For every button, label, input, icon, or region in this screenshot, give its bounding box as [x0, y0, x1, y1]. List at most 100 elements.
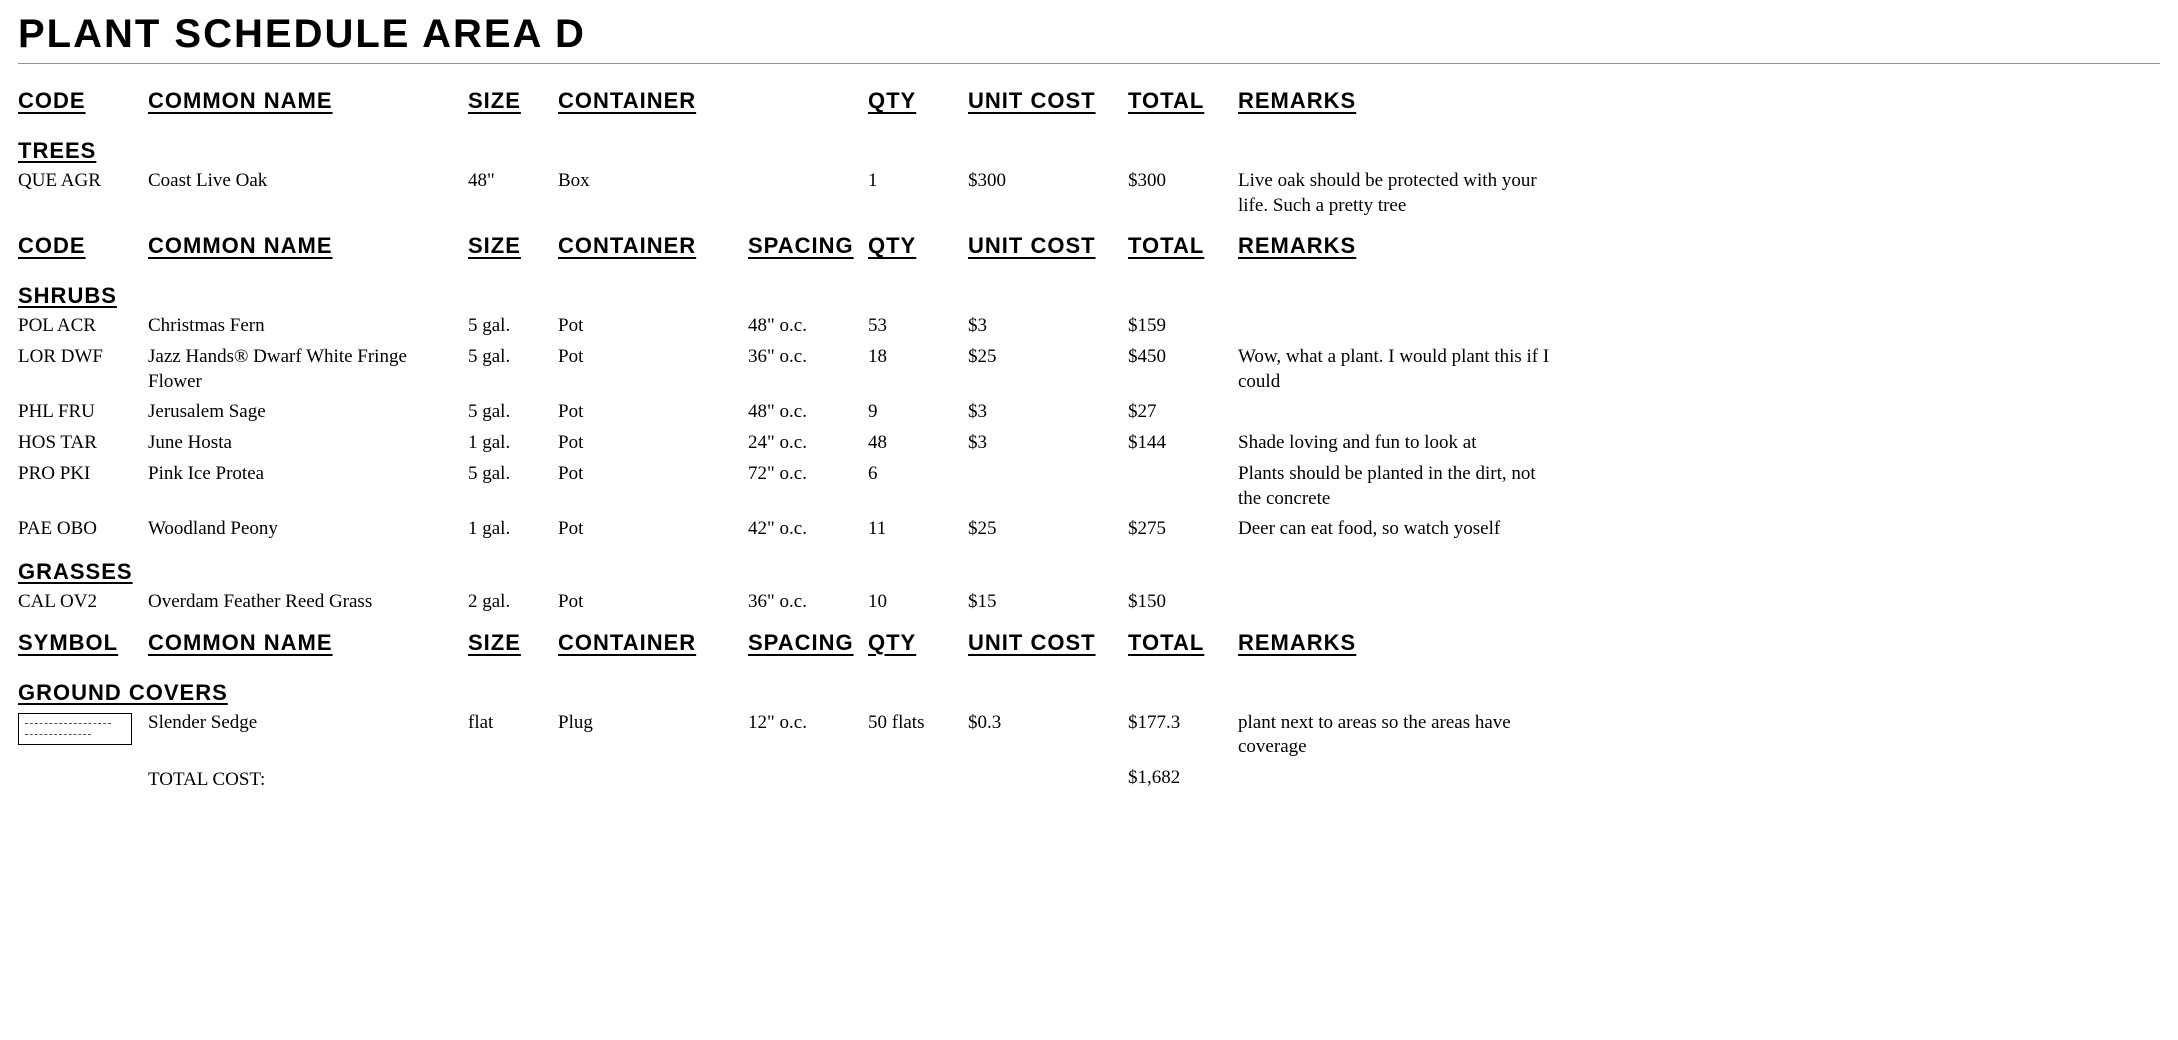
- table-cell: $300: [968, 166, 1128, 197]
- table-cell: 42" o.c.: [748, 514, 868, 545]
- table-cell: Woodland Peony: [148, 514, 468, 545]
- table-cell: PHL FRU: [18, 397, 148, 428]
- blank: [18, 763, 148, 769]
- table-cell: Pot: [558, 342, 748, 373]
- table-cell: $0.3: [968, 708, 1128, 739]
- hdr-spacing: SPACING: [748, 227, 868, 269]
- hdr-qty: QTY: [868, 624, 968, 666]
- table-cell: Jerusalem Sage: [148, 397, 468, 428]
- blank: [868, 763, 968, 769]
- table-cell: $3: [968, 311, 1128, 342]
- table-cell: 18: [868, 342, 968, 373]
- hdr-spacing-blank: [748, 82, 868, 98]
- table-cell: $25: [968, 342, 1128, 373]
- hdr-size: SIZE: [468, 227, 558, 269]
- table-cell: 53: [868, 311, 968, 342]
- table-cell: Wow, what a plant. I would plant this if…: [1238, 342, 1558, 397]
- table-cell: LOR DWF: [18, 342, 148, 373]
- table-cell: 9: [868, 397, 968, 428]
- table-cell: Pot: [558, 397, 748, 428]
- table-cell: [748, 166, 868, 172]
- table-cell: 36" o.c.: [748, 587, 868, 618]
- hdr-symbol: SYMBOL: [18, 624, 148, 666]
- table-cell: $300: [1128, 166, 1238, 197]
- table-cell: flat: [468, 708, 558, 739]
- category-ground-covers: GROUND COVERS: [18, 666, 1558, 708]
- category-trees: TREES: [18, 124, 1558, 166]
- table-cell: $3: [968, 397, 1128, 428]
- hdr-spacing: SPACING: [748, 624, 868, 666]
- hdr-unit: UNIT COST: [968, 227, 1128, 269]
- blank: [968, 763, 1128, 769]
- table-cell: 36" o.c.: [748, 342, 868, 373]
- table-cell: 48": [468, 166, 558, 197]
- table-cell: plant next to areas so the areas have co…: [1238, 708, 1558, 763]
- hdr-name: COMMON NAME: [148, 624, 468, 666]
- table-cell: $27: [1128, 397, 1238, 428]
- table-cell: 10: [868, 587, 968, 618]
- table-cell: [1238, 587, 1558, 593]
- table-cell: 5 gal.: [468, 397, 558, 428]
- blank: [558, 763, 748, 769]
- page-title: PLANT SCHEDULE AREA D: [18, 12, 2160, 63]
- table-cell: 1: [868, 166, 968, 197]
- table-cell: 11: [868, 514, 968, 545]
- category-grasses: GRASSES: [18, 545, 1558, 587]
- table-cell: [1238, 397, 1558, 403]
- table-cell: HOS TAR: [18, 428, 148, 459]
- table-cell: 5 gal.: [468, 311, 558, 342]
- total-cost-value: $1,682: [1128, 763, 1238, 794]
- table-cell: $25: [968, 514, 1128, 545]
- table-cell: 2 gal.: [468, 587, 558, 618]
- table-cell: QUE AGR: [18, 166, 148, 197]
- table-cell: 5 gal.: [468, 342, 558, 373]
- table-cell: Pot: [558, 514, 748, 545]
- table-cell: $275: [1128, 514, 1238, 545]
- total-cost-label: TOTAL COST:: [148, 763, 468, 797]
- table-cell: $450: [1128, 342, 1238, 373]
- hdr-qty: QTY: [868, 82, 968, 124]
- table-cell: PAE OBO: [18, 514, 148, 545]
- hdr-name: COMMON NAME: [148, 82, 468, 124]
- table-cell: Box: [558, 166, 748, 197]
- hdr-container: CONTAINER: [558, 82, 748, 124]
- blank: [468, 763, 558, 769]
- hdr-total: TOTAL: [1128, 82, 1238, 124]
- table-cell: Slender Sedge: [148, 708, 468, 739]
- table-cell: 1 gal.: [468, 428, 558, 459]
- table-cell: Plug: [558, 708, 748, 739]
- table-cell: Pot: [558, 311, 748, 342]
- table-cell: CAL OV2: [18, 587, 148, 618]
- schedule-grid: CODE COMMON NAME SIZE CONTAINER QTY UNIT…: [18, 82, 2160, 797]
- table-cell: Pot: [558, 459, 748, 490]
- hdr-total: TOTAL: [1128, 624, 1238, 666]
- symbol-cell: [18, 708, 148, 748]
- hdr-code: CODE: [18, 227, 148, 269]
- table-cell: Coast Live Oak: [148, 166, 468, 197]
- hdr-total: TOTAL: [1128, 227, 1238, 269]
- hdr-container: CONTAINER: [558, 227, 748, 269]
- table-cell: 48" o.c.: [748, 311, 868, 342]
- table-cell: [1238, 311, 1558, 317]
- table-cell: 6: [868, 459, 968, 490]
- table-cell: PRO PKI: [18, 459, 148, 490]
- table-cell: $3: [968, 428, 1128, 459]
- category-shrubs: SHRUBS: [18, 269, 1558, 311]
- blank: [1238, 763, 1558, 769]
- table-cell: $177.3: [1128, 708, 1238, 739]
- hdr-remarks: REMARKS: [1238, 227, 1558, 269]
- table-cell: Christmas Fern: [148, 311, 468, 342]
- table-cell: 48: [868, 428, 968, 459]
- table-cell: $15: [968, 587, 1128, 618]
- hdr-name: COMMON NAME: [148, 227, 468, 269]
- hdr-code: CODE: [18, 82, 148, 124]
- hdr-unit: UNIT COST: [968, 624, 1128, 666]
- table-cell: Pot: [558, 587, 748, 618]
- table-cell: 72" o.c.: [748, 459, 868, 490]
- table-cell: Plants should be planted in the dirt, no…: [1238, 459, 1558, 514]
- hatch-swatch-icon: [18, 713, 132, 745]
- table-cell: Live oak should be protected with your l…: [1238, 166, 1558, 221]
- hdr-size: SIZE: [468, 82, 558, 124]
- table-cell: 12" o.c.: [748, 708, 868, 739]
- hdr-unit: UNIT COST: [968, 82, 1128, 124]
